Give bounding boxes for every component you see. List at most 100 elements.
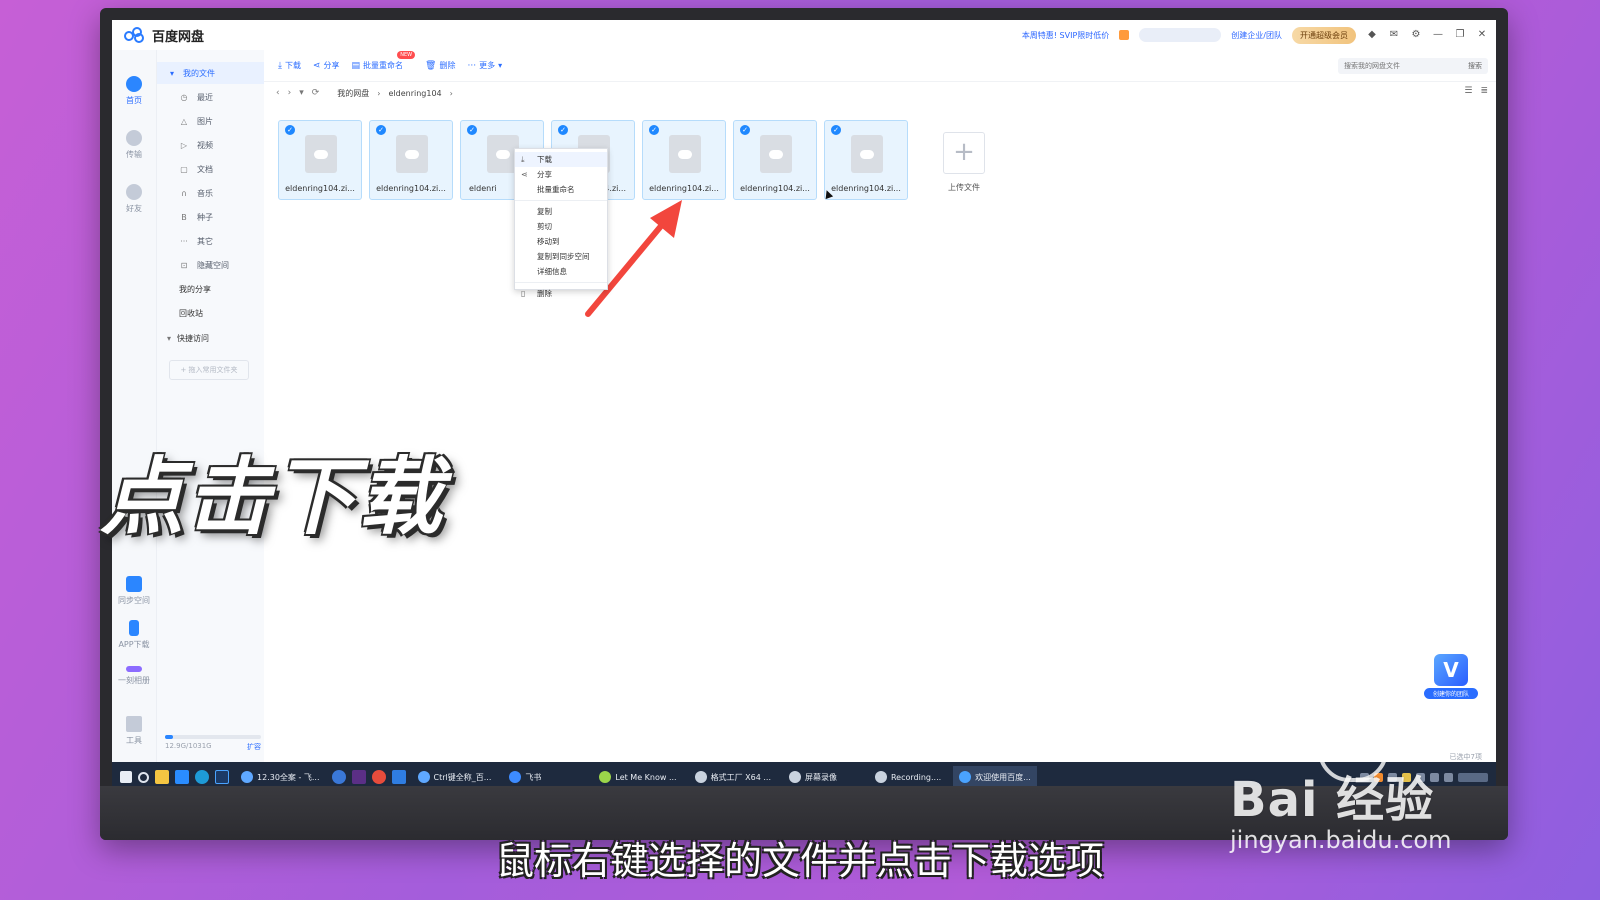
checkmark-icon[interactable]: ✓ bbox=[467, 125, 477, 135]
team-widget[interactable]: V 创建你的团队 bbox=[1424, 654, 1478, 699]
menu-divider bbox=[515, 282, 607, 283]
sidebar-item-recent[interactable]: ◷ 最近 bbox=[157, 86, 265, 108]
taskbar-task[interactable]: 飞书 bbox=[503, 766, 547, 788]
rail-label: APP下载 bbox=[118, 640, 150, 649]
taskbar-task-active[interactable]: 欢迎使用百度... bbox=[953, 766, 1037, 788]
checkmark-icon[interactable]: ✓ bbox=[831, 125, 841, 135]
sidebar-item-my-files[interactable]: ▾ 我的文件 bbox=[157, 62, 265, 84]
refresh-icon[interactable]: ⟳ bbox=[312, 88, 320, 98]
sidebar-item-label: 图片 bbox=[197, 116, 213, 126]
browser-icon[interactable] bbox=[195, 770, 209, 784]
restore-icon[interactable]: ❐ bbox=[1454, 30, 1466, 40]
context-menu-share[interactable]: ⋖ 分享 bbox=[515, 167, 607, 182]
file-explorer-icon[interactable] bbox=[155, 770, 169, 784]
rail-label: 首页 bbox=[126, 96, 142, 105]
context-menu-delete[interactable]: ▯ 删除 bbox=[515, 286, 607, 301]
rail-item-album[interactable]: 一刻相册 bbox=[112, 666, 156, 686]
taskbar-task[interactable]: 12.30全案 - 飞... bbox=[235, 766, 326, 788]
list-view-icon[interactable]: ≣ bbox=[1480, 86, 1488, 96]
sidebar-item-other[interactable]: ··· 其它 bbox=[157, 230, 265, 252]
mail-icon[interactable]: ✉ bbox=[1388, 30, 1400, 40]
settings-icon[interactable]: ⚙ bbox=[1410, 30, 1422, 40]
taskbar-task[interactable]: Recording.... bbox=[869, 766, 947, 788]
rail-item-home[interactable]: 首页 bbox=[112, 76, 156, 106]
breadcrumb-root[interactable]: 我的网盘 bbox=[337, 88, 369, 99]
download-button[interactable]: ⤓ 下载 bbox=[278, 60, 301, 71]
batch-rename-button[interactable]: ▤ 批量重命名 NEW bbox=[352, 51, 416, 71]
rail-label: 传输 bbox=[126, 150, 142, 159]
expand-storage-link[interactable]: 扩容 bbox=[247, 742, 261, 752]
checkmark-icon[interactable]: ✓ bbox=[285, 125, 295, 135]
task-label: 12.30全案 - 飞... bbox=[257, 772, 320, 782]
add-quick-folder-button[interactable]: + 拖入常用文件夹 bbox=[169, 360, 249, 380]
photoshop-icon[interactable] bbox=[215, 770, 229, 784]
context-menu-details[interactable]: 详细信息 bbox=[515, 264, 607, 279]
file-tile[interactable]: ✓ eldenring104.zi... bbox=[278, 120, 362, 200]
delete-button[interactable]: 🗑︎ 删除 bbox=[425, 60, 455, 71]
file-tile[interactable]: ✓ eldenring104.zi... bbox=[733, 120, 817, 200]
checkmark-icon[interactable]: ✓ bbox=[558, 125, 568, 135]
monitor-frame: 百度网盘 本周特惠! SVIP限时低价 创建企业/团队 开通超级会员 ◆ ✉ ⚙… bbox=[100, 8, 1508, 840]
history-dropdown-icon[interactable]: ▾ bbox=[299, 88, 304, 98]
sidebar-item-images[interactable]: △ 图片 bbox=[157, 110, 265, 132]
rail-item-transfer[interactable]: 传输 bbox=[112, 130, 156, 160]
play-icon: ▷ bbox=[180, 140, 188, 150]
chrome-icon[interactable] bbox=[371, 770, 386, 784]
context-menu-cut[interactable]: 剪切 bbox=[515, 219, 607, 234]
create-team-link[interactable]: 创建企业/团队 bbox=[1231, 30, 1282, 41]
sidebar-item-recycle[interactable]: 回收站 bbox=[157, 302, 265, 324]
forward-icon[interactable]: › bbox=[288, 88, 292, 98]
context-menu-batch-rename[interactable]: 批量重命名 bbox=[515, 182, 607, 197]
taskbar-task[interactable]: Ctrl键全称_百... bbox=[412, 766, 498, 788]
rail-item-tools[interactable]: 工具 bbox=[112, 716, 156, 746]
context-menu-copy[interactable]: 复制 bbox=[515, 204, 607, 219]
mail-app-icon[interactable] bbox=[175, 770, 189, 784]
breadcrumb-folder[interactable]: eldenring104 bbox=[389, 89, 442, 98]
rail-item-friends[interactable]: 好友 bbox=[112, 184, 156, 214]
upload-tile[interactable]: + 上传文件 bbox=[922, 120, 1006, 200]
sidebar-item-music[interactable]: ∩ 音乐 bbox=[157, 182, 265, 204]
file-tile[interactable]: ✓ eldenring104.zi... bbox=[642, 120, 726, 200]
task-label: 屏幕录像 bbox=[804, 772, 837, 782]
upload-label: 上传文件 bbox=[948, 183, 980, 192]
game-icon[interactable]: ◆ bbox=[1366, 30, 1378, 40]
rail-item-app-download[interactable]: APP下载 bbox=[112, 620, 156, 650]
search-icon[interactable] bbox=[138, 771, 149, 783]
file-tile[interactable]: ✓ eldenring104.zi... bbox=[824, 120, 908, 200]
more-button[interactable]: ··· 更多 ▾ bbox=[467, 60, 502, 71]
app-icon[interactable] bbox=[391, 770, 406, 784]
windows-start-icon[interactable] bbox=[120, 771, 132, 783]
ellipsis-icon: ··· bbox=[467, 60, 477, 71]
checkmark-icon[interactable]: ✓ bbox=[649, 125, 659, 135]
sidebar-item-torrents[interactable]: B 种子 bbox=[157, 206, 265, 228]
plus-icon[interactable]: + bbox=[943, 132, 985, 174]
context-menu-move-to[interactable]: 移动到 bbox=[515, 234, 607, 249]
context-menu-download[interactable]: ⤓ 下载 bbox=[515, 152, 607, 167]
taskbar-task[interactable]: 格式工厂 X64 ... bbox=[689, 766, 777, 788]
checkmark-icon[interactable]: ✓ bbox=[376, 125, 386, 135]
rail-item-sync[interactable]: 同步空间 bbox=[112, 576, 156, 606]
taskbar-task[interactable]: Let Me Know ... bbox=[593, 766, 682, 788]
search-input[interactable] bbox=[1344, 62, 1454, 70]
sidebar-item-my-share[interactable]: 我的分享 bbox=[157, 278, 265, 300]
search-button[interactable]: 搜索 bbox=[1468, 61, 1488, 71]
user-account-pill[interactable] bbox=[1139, 28, 1222, 42]
premiere-icon[interactable] bbox=[351, 770, 366, 784]
svip-button[interactable]: 开通超级会员 bbox=[1292, 26, 1356, 44]
sidebar-item-documents[interactable]: ▢ 文档 bbox=[157, 158, 265, 180]
context-menu-copy-to-sync[interactable]: 复制到同步空间 bbox=[515, 249, 607, 264]
sort-icon[interactable]: ☰ bbox=[1464, 86, 1472, 96]
close-icon[interactable]: ✕ bbox=[1476, 30, 1488, 40]
sidebar-item-hidden-space[interactable]: ⊡ 隐藏空间 bbox=[157, 254, 265, 276]
taskbar-task[interactable]: 屏幕录像 bbox=[783, 766, 843, 788]
gift-icon[interactable] bbox=[1119, 30, 1130, 40]
back-icon[interactable]: ‹ bbox=[276, 88, 280, 98]
minimize-icon[interactable]: — bbox=[1432, 30, 1444, 40]
file-tile[interactable]: ✓ eldenring104.zi... bbox=[369, 120, 453, 200]
sidebar-item-quick-access[interactable]: ▾ 快捷访问 bbox=[157, 327, 265, 349]
sidebar-item-videos[interactable]: ▷ 视频 bbox=[157, 134, 265, 156]
app-icon[interactable] bbox=[331, 770, 346, 784]
checkmark-icon[interactable]: ✓ bbox=[740, 125, 750, 135]
svip-promo-link[interactable]: 本周特惠! SVIP限时低价 bbox=[1022, 30, 1109, 41]
share-button[interactable]: ⋖ 分享 bbox=[313, 60, 340, 71]
